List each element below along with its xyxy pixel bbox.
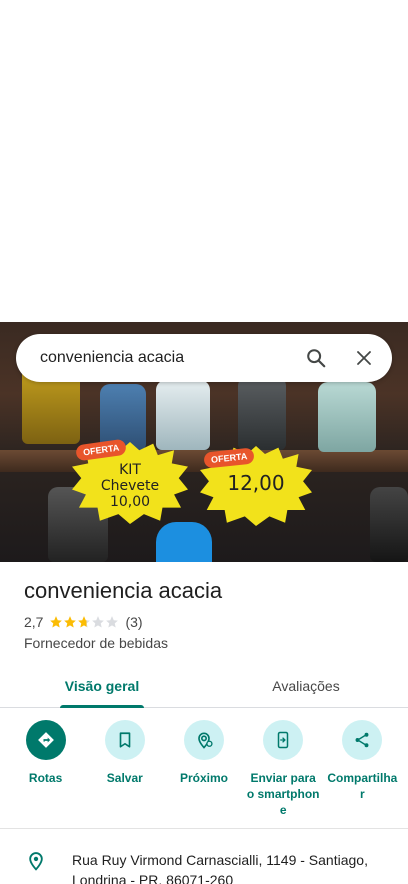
action-label: Compartilhar [327,771,398,801]
location-pin-icon [0,850,72,884]
tag-text: Chevete [100,478,160,494]
nearby-button[interactable]: Próximo [167,720,241,818]
address-text: Rua Ruy Virmond Carnascialli, 1149 - San… [72,852,368,884]
bottle [156,522,212,562]
share-icon [342,720,383,760]
star-icon [50,616,63,628]
bottle [238,376,286,450]
bookmark-icon [104,720,145,760]
bottle [318,382,376,452]
action-label: Próximo [179,771,228,785]
place-title: conveniencia acacia [24,578,223,603]
tab-overview[interactable]: Visão geral [0,664,204,708]
bottle [370,487,408,562]
rating-stars [49,615,119,629]
tag-text: KIT [119,462,141,478]
rating-row[interactable]: 2,7 (3) [24,614,143,630]
star-empty-icon [92,616,105,628]
tab-bar: Visão geral Avaliações [0,664,408,708]
star-half-icon [78,616,91,628]
share-button[interactable]: Compartilhar [325,720,399,818]
send-to-phone-button[interactable]: Enviar para o smartphone [246,720,320,818]
close-icon[interactable] [340,334,388,382]
directions-button[interactable]: Rotas [9,720,83,818]
action-label: Enviar para o smartphone [246,771,320,817]
action-buttons: Rotas Salvar Próximo Enviar para o smart… [0,720,408,818]
send-to-phone-icon [263,720,304,760]
directions-icon [25,720,66,760]
action-label: Salvar [106,771,143,785]
action-label: Rotas [28,771,63,785]
star-icon [64,616,77,628]
search-icon[interactable] [292,334,340,382]
review-count: (3) [125,614,143,630]
save-button[interactable]: Salvar [88,720,162,818]
tab-reviews[interactable]: Avaliações [204,664,408,707]
search-input[interactable]: conveniencia acacia [16,349,292,367]
map-blank-area [0,0,408,322]
star-empty-icon [106,616,119,628]
search-bar[interactable]: conveniencia acacia [16,334,392,382]
place-category: Fornecedor de bebidas [24,635,168,651]
rating-value: 2,7 [24,614,44,630]
nearby-icon [183,720,224,760]
tag-price: 12,00 [227,471,285,495]
divider [0,828,408,829]
bottle [156,380,210,450]
address-row[interactable]: Rua Ruy Virmond Carnascialli, 1149 - San… [0,850,408,884]
